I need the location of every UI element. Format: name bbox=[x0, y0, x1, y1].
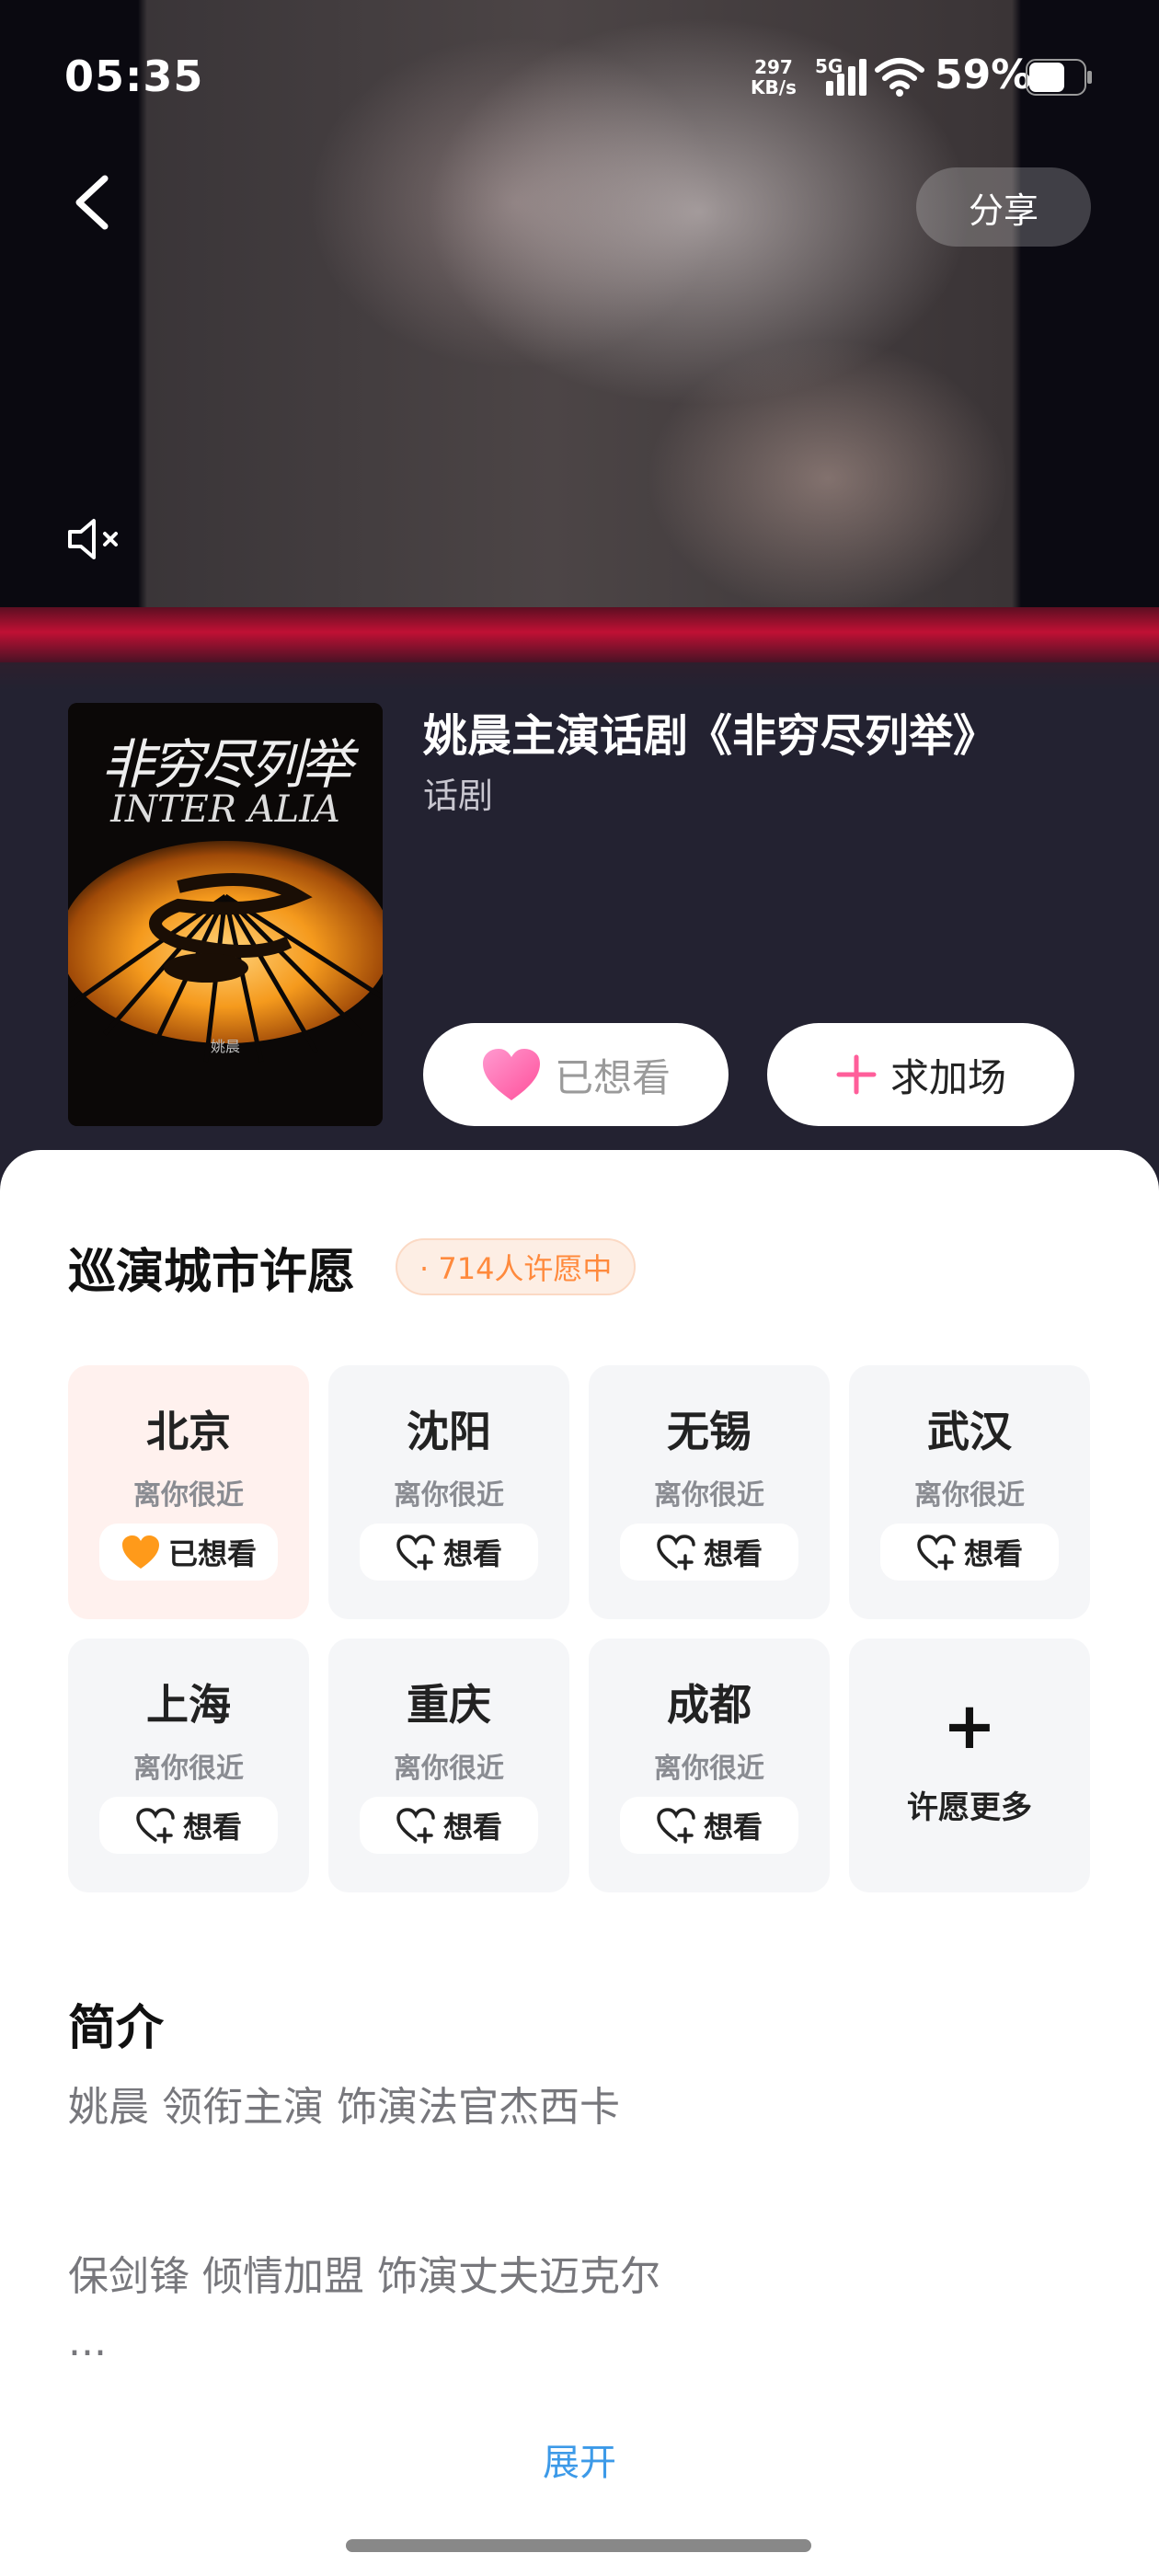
city-card-beijing[interactable]: 北京 离你很近 已想看 bbox=[68, 1365, 309, 1619]
city-name: 沈阳 bbox=[407, 1407, 491, 1456]
expand-link[interactable]: 展开 bbox=[0, 2432, 1159, 2486]
city-want-button[interactable]: 想看 bbox=[99, 1797, 278, 1854]
city-card-shanghai[interactable]: 上海 离你很近 想看 bbox=[68, 1639, 309, 1892]
heart-add-icon bbox=[917, 1535, 956, 1570]
wish-more-button[interactable]: + 许愿更多 bbox=[849, 1639, 1090, 1892]
poster-credit: 姚晨 bbox=[210, 1038, 240, 1055]
plus-icon bbox=[836, 1054, 877, 1095]
city-want-button[interactable]: 已想看 bbox=[99, 1524, 278, 1581]
poster-title-en: INTER ALIA bbox=[110, 788, 340, 831]
battery-percent: 59% bbox=[935, 52, 1032, 98]
city-card-wuhan[interactable]: 武汉 离你很近 想看 bbox=[849, 1365, 1090, 1619]
heart-icon bbox=[482, 1049, 540, 1100]
share-button[interactable]: 分享 bbox=[916, 167, 1091, 247]
show-title: 姚晨主演话剧《非穷尽列举》 bbox=[423, 710, 998, 762]
status-bar: 05:35 297 KB/s 5G 59% bbox=[0, 0, 1159, 156]
intro-ellipsis: ... bbox=[68, 2318, 107, 2365]
signal-icon bbox=[826, 59, 866, 96]
city-card-shenyang[interactable]: 沈阳 离你很近 想看 bbox=[328, 1365, 569, 1619]
status-time: 05:35 bbox=[64, 52, 204, 101]
request-more-shows-label: 求加场 bbox=[889, 1054, 1006, 1100]
plus-icon: + bbox=[942, 1688, 997, 1764]
want-to-see-label: 已想看 bbox=[554, 1054, 671, 1100]
city-distance: 离你很近 bbox=[654, 1479, 764, 1512]
home-indicator[interactable] bbox=[346, 2539, 811, 2552]
back-icon[interactable] bbox=[64, 166, 120, 239]
show-poster[interactable]: 非穷尽列举 INTER ALIA 姚晨 bbox=[68, 703, 383, 1126]
heart-add-icon bbox=[136, 1808, 175, 1844]
city-card-chengdu[interactable]: 成都 离你很近 想看 bbox=[589, 1639, 830, 1892]
city-distance: 离你很近 bbox=[394, 1479, 504, 1512]
city-name: 重庆 bbox=[407, 1680, 491, 1730]
wish-more-label: 许愿更多 bbox=[907, 1789, 1032, 1826]
poster-title: 非穷尽列举 bbox=[100, 733, 353, 796]
city-distance: 离你很近 bbox=[133, 1753, 244, 1785]
wish-count-badge: · 714人许愿中 bbox=[396, 1238, 637, 1295]
net-speed-unit: KB/s bbox=[751, 76, 797, 98]
net-speed: 297 KB/s bbox=[751, 57, 797, 98]
city-distance: 离你很近 bbox=[133, 1479, 244, 1512]
city-want-label: 想看 bbox=[442, 1536, 502, 1571]
city-card-wuxi[interactable]: 无锡 离你很近 想看 bbox=[589, 1365, 830, 1619]
city-name: 北京 bbox=[146, 1407, 231, 1456]
mute-icon[interactable] bbox=[64, 512, 129, 567]
wifi-icon bbox=[875, 58, 924, 97]
city-want-label: 想看 bbox=[963, 1536, 1023, 1571]
battery-icon bbox=[1026, 59, 1092, 96]
city-name: 成都 bbox=[667, 1680, 752, 1730]
city-want-button[interactable]: 想看 bbox=[360, 1797, 538, 1854]
want-to-see-button[interactable]: 已想看 bbox=[423, 1023, 729, 1126]
heart-add-icon bbox=[396, 1808, 435, 1844]
city-name: 上海 bbox=[146, 1680, 231, 1730]
request-more-shows-button[interactable]: 求加场 bbox=[767, 1023, 1074, 1126]
city-want-button[interactable]: 想看 bbox=[620, 1524, 798, 1581]
city-distance: 离你很近 bbox=[394, 1753, 504, 1785]
heart-add-icon bbox=[657, 1535, 695, 1570]
heart-filled-icon bbox=[121, 1535, 159, 1569]
intro-line: 姚晨 领衔主演 饰演法官杰西卡 bbox=[68, 2084, 620, 2131]
net-speed-value: 297 bbox=[754, 56, 793, 78]
city-want-label: 想看 bbox=[442, 1810, 502, 1845]
intro-title: 简介 bbox=[68, 2001, 165, 2056]
city-distance: 离你很近 bbox=[914, 1479, 1025, 1512]
city-want-button[interactable]: 想看 bbox=[360, 1524, 538, 1581]
city-distance: 离你很近 bbox=[654, 1753, 764, 1785]
city-name: 无锡 bbox=[667, 1407, 752, 1456]
city-want-button[interactable]: 想看 bbox=[620, 1797, 798, 1854]
heart-add-icon bbox=[396, 1535, 435, 1570]
heart-add-icon bbox=[657, 1808, 695, 1844]
city-name: 武汉 bbox=[927, 1407, 1012, 1456]
video-progress-strip bbox=[0, 607, 1159, 662]
show-category: 话剧 bbox=[423, 776, 494, 816]
intro-line: 保剑锋 倾情加盟 饰演丈夫迈克尔 bbox=[68, 2253, 660, 2300]
city-want-label: 想看 bbox=[703, 1536, 763, 1571]
city-want-label: 想看 bbox=[703, 1810, 763, 1845]
city-want-label: 已想看 bbox=[167, 1536, 257, 1571]
city-want-label: 想看 bbox=[182, 1810, 242, 1845]
city-card-chongqing[interactable]: 重庆 离你很近 想看 bbox=[328, 1639, 569, 1892]
city-want-button[interactable]: 想看 bbox=[880, 1524, 1059, 1581]
video-fade bbox=[0, 662, 1159, 690]
wish-section-title: 巡演城市许愿 bbox=[68, 1245, 356, 1300]
